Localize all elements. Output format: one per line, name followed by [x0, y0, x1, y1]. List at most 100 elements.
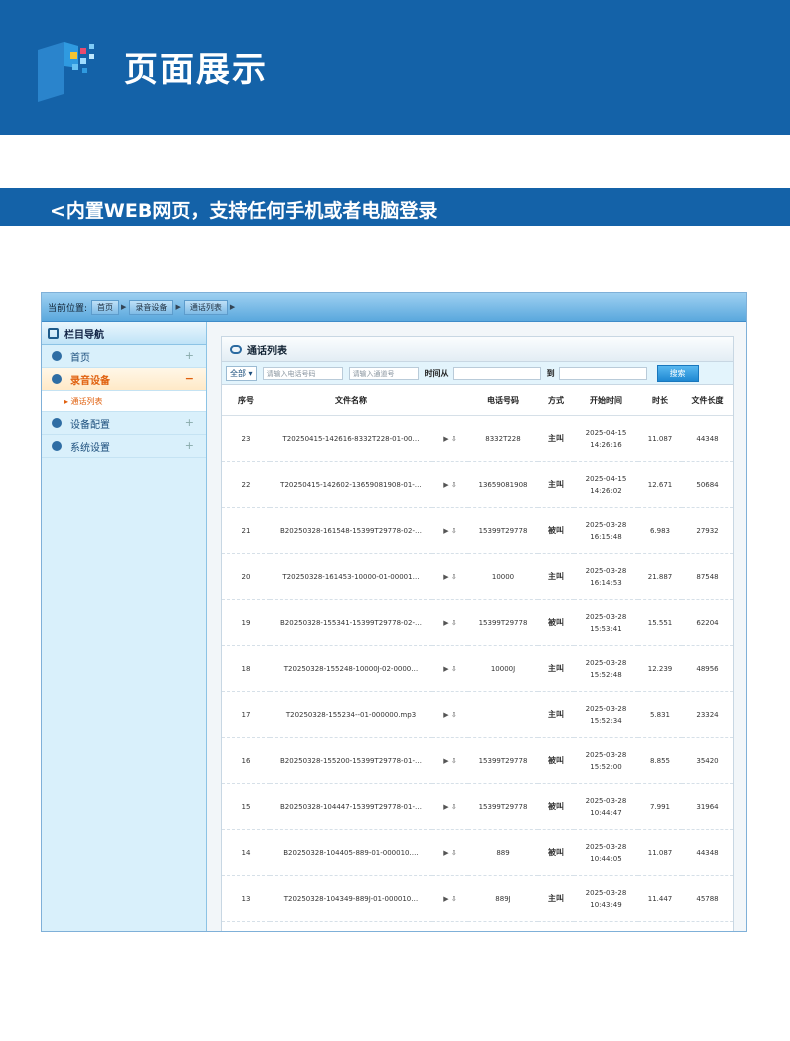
breadcrumb-home[interactable]: 首页 — [91, 299, 120, 315]
row-phone — [468, 691, 538, 738]
panel-title-label: 通话列表 — [247, 345, 287, 357]
row-phone: 889J — [468, 921, 538, 931]
row-file-name: T20250328-161453-10000-01-00001… — [270, 553, 432, 600]
row-duration: 11.087 — [638, 415, 682, 462]
col-header-phone: 电话号码 — [468, 385, 538, 416]
breadcrumb-arrow-icon: ▶ — [175, 303, 181, 311]
row-start-time: 2025-04-15 14:26:16 — [574, 415, 638, 462]
row-mode: 主叫 — [538, 461, 574, 508]
row-time: 16:15:48 — [590, 532, 622, 541]
row-actions: ▶ ⇩ — [432, 599, 468, 646]
download-icon[interactable]: ⇩ — [451, 573, 457, 581]
row-actions: ▶ ⇩ — [432, 875, 468, 922]
table-row[interactable]: 12T20250328-104311-889J-01-000010…▶ ⇩889… — [222, 921, 733, 931]
download-icon[interactable]: ⇩ — [451, 895, 457, 903]
row-time: 10:43:49 — [590, 900, 622, 909]
play-icon[interactable]: ▶ — [443, 527, 448, 535]
download-icon[interactable]: ⇩ — [451, 849, 457, 857]
table-row[interactable]: 15 B20250328-104447-15399T29778-01-… ▶ ⇩ 15… — [222, 783, 733, 830]
download-icon[interactable]: ⇩ — [451, 435, 457, 443]
channel-input[interactable]: 请输入通道号 — [348, 366, 419, 380]
row-time: 15:52:00 — [590, 762, 622, 771]
row-actions: ▶ ⇩ — [432, 553, 468, 600]
row-actions: ▶ ⇩ — [432, 829, 468, 876]
sidebar-subitem-call-list[interactable]: ▸ 通话列表 — [42, 391, 206, 412]
row-mode: 主叫 — [538, 875, 574, 922]
phone-input[interactable]: 请输入电话号码 — [262, 366, 343, 380]
row-duration: 15.551 — [638, 599, 682, 646]
time-from-input[interactable] — [452, 366, 541, 380]
sidebar-item-label: 系统设置 — [70, 442, 110, 454]
table-row[interactable]: 13 T20250328-104349-889J-01-000010… ▶ ⇩ 889… — [222, 875, 733, 922]
row-file-size: 44348 — [682, 415, 733, 462]
sidebar-item-recording-device[interactable]: 录音设备 − — [42, 368, 206, 391]
search-button[interactable]: 搜索 — [656, 364, 699, 382]
logo-icon — [38, 42, 94, 102]
download-icon[interactable]: ⇩ — [451, 481, 457, 489]
row-date: 2025-03-28 — [585, 520, 627, 529]
download-icon[interactable]: ⇩ — [451, 757, 457, 765]
row-mode: 被叫 — [538, 829, 574, 876]
play-icon[interactable]: ▶ — [443, 803, 448, 811]
sidebar-item-device-config[interactable]: 设备配置 + — [42, 412, 206, 435]
sidebar-item-home[interactable]: 首页 + — [42, 345, 206, 368]
row-date: 2025-03-28 — [585, 796, 627, 805]
row-file-name: B20250328-104447-15399T29778-01-… — [270, 783, 432, 830]
call-table: 序号 文件名称 电话号码 方式 开始时间 时长 文件长度 23 T20250415… — [222, 385, 733, 931]
table-row[interactable]: 20 T20250328-161453-10000-01-00001… ▶ ⇩ 100… — [222, 553, 733, 600]
row-no: 20 — [222, 553, 270, 600]
row-date: 2025-04-15 — [585, 474, 627, 483]
play-icon[interactable]: ▶ — [443, 757, 448, 765]
row-mode: 主叫 — [538, 415, 574, 462]
expand-icon[interactable]: + — [185, 416, 194, 429]
table-row[interactable]: 16 B20250328-155200-15399T29778-01-… ▶ ⇩ 15… — [222, 737, 733, 784]
time-to-input[interactable] — [558, 366, 647, 380]
row-file-name: B20250328-104405-889-01-000010.… — [270, 829, 432, 876]
row-start-time: 2025-04-15 14:26:02 — [574, 461, 638, 508]
feature-text: <内置WEB网页，支持任何手机或者电脑登录 — [50, 200, 438, 222]
web-ui-screenshot: 当前位置: 首页 ▶ 录音设备 ▶ 通话列表 ▶ 栏目导航 首页 + 录音设备 − ▸… — [41, 292, 747, 932]
mode-select[interactable]: 全部 ▾ — [226, 365, 257, 381]
row-time: 15:52:34 — [590, 716, 622, 725]
play-icon[interactable]: ▶ — [443, 711, 448, 719]
download-icon[interactable]: ⇩ — [451, 803, 457, 811]
collapse-icon[interactable]: − — [185, 372, 194, 385]
download-icon[interactable]: ⇩ — [451, 619, 457, 627]
row-date: 2025-03-28 — [585, 842, 627, 851]
row-date: 2025-03-28 — [585, 566, 627, 575]
table-row[interactable]: 23 T20250415-142616-8332T228-01-00… ▶ ⇩ 833… — [222, 415, 733, 462]
download-icon[interactable]: ⇩ — [451, 711, 457, 719]
row-mode: 被叫 — [538, 783, 574, 830]
play-icon[interactable]: ▶ — [443, 849, 448, 857]
sidebar-item-system-settings[interactable]: 系统设置 + — [42, 435, 206, 458]
download-icon[interactable]: ⇩ — [451, 527, 457, 535]
row-time: 10:44:05 — [590, 854, 622, 863]
play-icon[interactable]: ▶ — [443, 435, 448, 443]
expand-icon[interactable]: + — [185, 439, 194, 452]
play-icon[interactable]: ▶ — [443, 481, 448, 489]
row-phone: 8332T228 — [468, 415, 538, 462]
row-no: 21 — [222, 507, 270, 554]
play-icon[interactable]: ▶ — [443, 573, 448, 581]
table-row[interactable]: 14 B20250328-104405-889-01-000010.… ▶ ⇩ 889… — [222, 829, 733, 876]
table-row[interactable]: 21 B20250328-161548-15399T29778-02-… ▶ ⇩ 15… — [222, 507, 733, 554]
play-icon[interactable]: ▶ — [443, 665, 448, 673]
table-row[interactable]: 22 T20250415-142602-13659081908-01-… ▶ ⇩ 13… — [222, 461, 733, 508]
table-row[interactable]: 19 B20250328-155341-15399T29778-02-… ▶ ⇩ 15… — [222, 599, 733, 646]
play-icon[interactable]: ▶ — [443, 895, 448, 903]
breadcrumb-device[interactable]: 录音设备 — [129, 299, 174, 315]
breadcrumb: 当前位置: 首页 ▶ 录音设备 ▶ 通话列表 ▶ — [42, 293, 746, 322]
breadcrumb-call-list[interactable]: 通话列表 — [183, 299, 228, 315]
row-duration: 11.447 — [638, 875, 682, 922]
row-no: 17 — [222, 691, 270, 738]
table-row[interactable]: 18 T20250328-155248-10000J-02-0000… ▶ ⇩ 100… — [222, 645, 733, 692]
table-row[interactable]: 17 T20250328-155234--01-000000.mp3 ▶ ⇩ 主叫 20… — [222, 691, 733, 738]
config-icon — [52, 418, 62, 428]
col-header-start-time: 开始时间 — [574, 385, 638, 416]
home-icon — [52, 351, 62, 361]
row-actions: ▶ ⇩ — [432, 783, 468, 830]
play-icon[interactable]: ▶ — [443, 619, 448, 627]
expand-icon[interactable]: + — [185, 349, 194, 362]
download-icon[interactable]: ⇩ — [451, 665, 457, 673]
row-actions: ▶ ⇩ — [432, 737, 468, 784]
